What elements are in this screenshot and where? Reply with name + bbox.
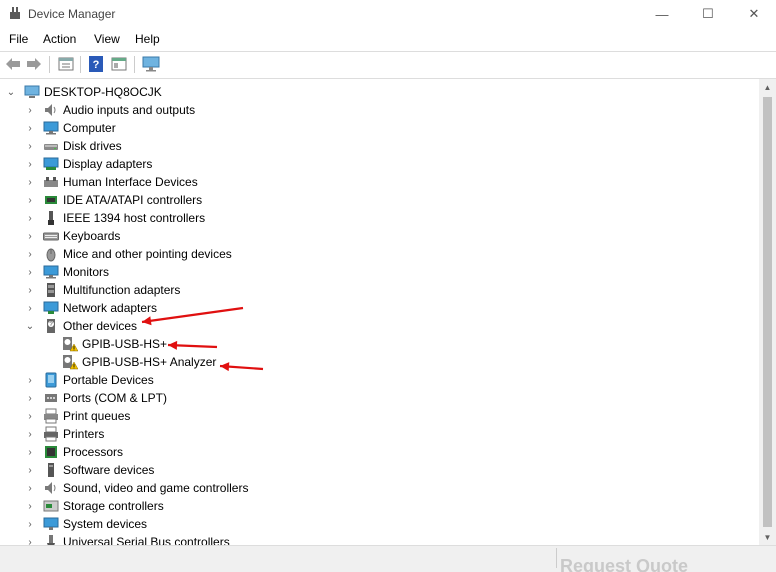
annotation-arrow-other-devices [141, 306, 244, 326]
annotation-arrow-gpib-usb-hs [167, 340, 218, 350]
annotation-arrow-gpib-analyzer [219, 362, 264, 372]
annotation-arrows [141, 306, 264, 372]
